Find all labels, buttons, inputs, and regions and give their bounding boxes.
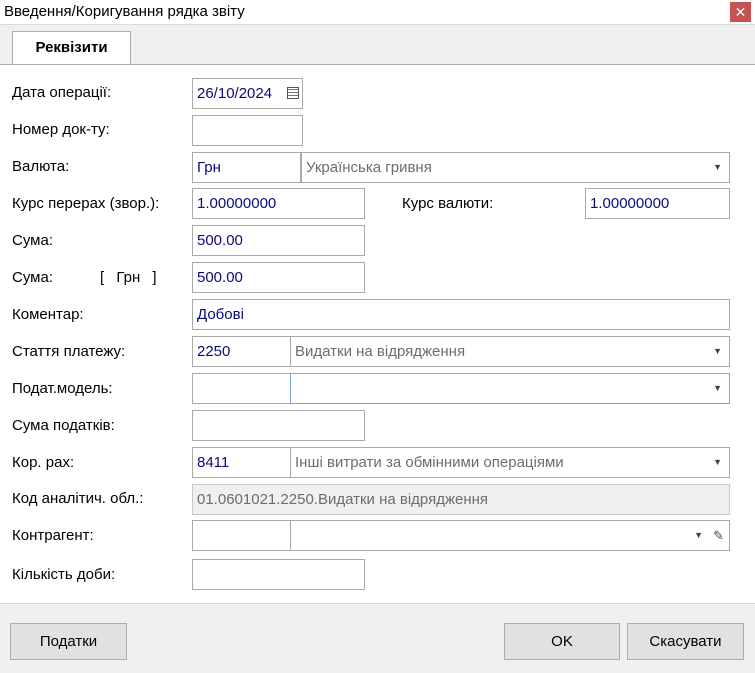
currency-label: Валюта: <box>12 158 70 175</box>
counterparty-label: Контрагент: <box>12 527 94 544</box>
payment-item-name: Видатки на відрядження <box>295 343 466 360</box>
title-bar: Введення/Коригування рядка звіту ✕ <box>0 0 755 25</box>
counterparty-code-field[interactable] <box>192 520 291 551</box>
chevron-down-icon[interactable]: ▼ <box>713 448 722 477</box>
taxes-button[interactable]: Податки <box>10 623 127 660</box>
cancel-button[interactable]: Скасувати <box>627 623 744 660</box>
counterparty-select[interactable]: ▼ ✎ <box>290 520 730 551</box>
operation-date-field[interactable]: 26/10/2024 <box>192 78 303 109</box>
analytic-code-label: Код аналітич. обл.: <box>12 490 144 507</box>
comment-field[interactable]: Добові <box>192 299 730 330</box>
calendar-icon[interactable] <box>287 87 299 99</box>
window-title: Введення/Коригування рядка звіту <box>4 3 245 20</box>
chevron-down-icon[interactable]: ▼ <box>713 374 722 403</box>
analytic-code-field: 01.0601021.2250.Видатки на відрядження <box>192 484 730 515</box>
tab-requisites[interactable]: Реквізити <box>12 31 131 65</box>
amount-field[interactable]: 500.00 <box>192 225 365 256</box>
currency-rate-field[interactable]: 1.00000000 <box>585 188 730 219</box>
currency-code-field[interactable]: Грн <box>192 152 301 183</box>
doc-number-field[interactable] <box>192 115 303 146</box>
corr-account-label: Кор. рах: <box>12 454 75 471</box>
payment-item-code-field[interactable]: 2250 <box>192 336 291 367</box>
corr-account-select[interactable]: Інші витрати за обмінними операціями ▼ <box>290 447 730 478</box>
rate-reverse-label: Курс перерах (звор.): <box>12 195 160 212</box>
corr-account-name: Інші витрати за обмінними операціями <box>295 454 564 471</box>
operation-date-label: Дата операції: <box>12 84 112 101</box>
ok-button[interactable]: OK <box>504 623 620 660</box>
corr-account-code-field[interactable]: 8411 <box>192 447 291 478</box>
chevron-down-icon[interactable]: ▼ <box>694 521 703 550</box>
chevron-down-icon[interactable]: ▼ <box>713 153 722 182</box>
tax-model-label: Подат.модель: <box>12 380 113 397</box>
currency-name-select[interactable]: Українська гривня ▼ <box>301 152 730 183</box>
tax-amount-label: Сума податків: <box>12 417 115 434</box>
amount-currency-field[interactable]: 500.00 <box>192 262 365 293</box>
payment-item-select[interactable]: Видатки на відрядження ▼ <box>290 336 730 367</box>
rate-reverse-field[interactable]: 1.00000000 <box>192 188 365 219</box>
pencil-icon[interactable]: ✎ <box>713 521 724 550</box>
tax-model-code-field[interactable] <box>192 373 291 404</box>
chevron-down-icon[interactable]: ▼ <box>713 337 722 366</box>
amount-currency-label: Сума: <box>12 269 53 286</box>
amount-label: Сума: <box>12 232 53 249</box>
close-button[interactable]: ✕ <box>730 2 751 22</box>
close-icon: ✕ <box>734 4 747 20</box>
operation-date-value: 26/10/2024 <box>197 85 273 102</box>
tax-model-select[interactable]: ▼ <box>290 373 730 404</box>
tax-amount-field[interactable] <box>192 410 365 441</box>
currency-name-value: Українська гривня <box>306 159 432 176</box>
currency-rate-label: Курс валюти: <box>402 195 494 212</box>
days-count-field[interactable] <box>192 559 365 590</box>
comment-label: Коментар: <box>12 306 84 323</box>
dialog-window: Введення/Коригування рядка звіту ✕ Рекві… <box>0 0 755 673</box>
amount-currency-bracket: [ Грн ] <box>100 269 157 286</box>
doc-number-label: Номер док-ту: <box>12 121 110 138</box>
days-count-label: Кількість доби: <box>12 566 116 583</box>
payment-item-label: Стаття платежу: <box>12 343 126 360</box>
